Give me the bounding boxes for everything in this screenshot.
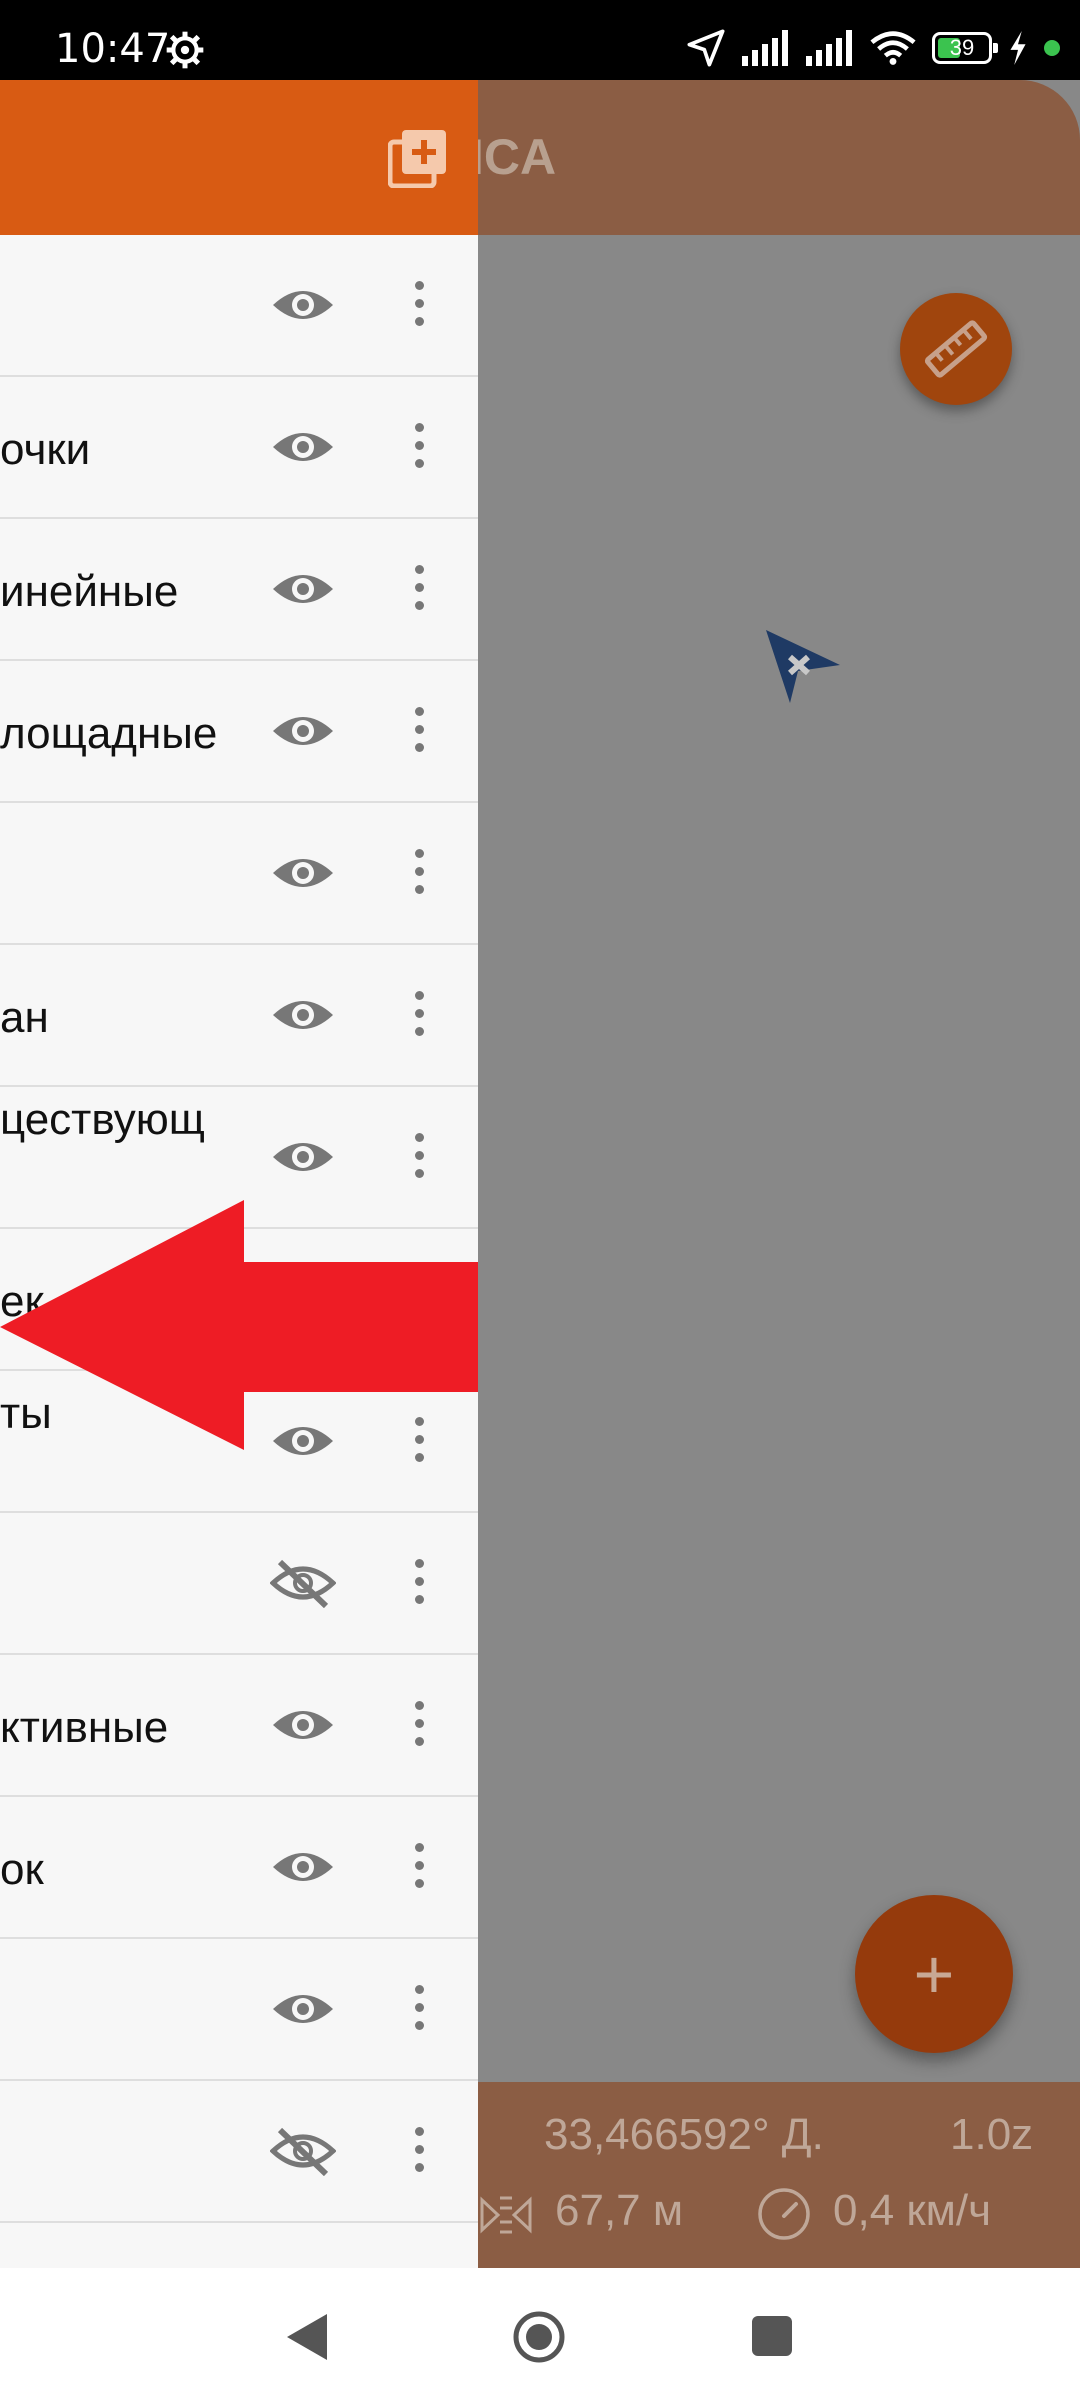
visibility-icon[interactable] [270,1842,336,1892]
home-icon[interactable] [512,2310,566,2364]
annotation-arrow-icon [0,1200,478,1450]
charging-bolt-icon [1010,31,1026,65]
distance-readout: 67,7 м [555,2186,684,2235]
more-options-icon[interactable] [404,849,434,899]
location-arrow-icon [687,29,725,67]
speedometer-icon [758,2188,810,2240]
layer-row[interactable] [0,803,478,945]
visibility-icon[interactable] [270,1700,336,1750]
back-icon[interactable] [285,2312,329,2362]
status-time: 10:47 [55,26,171,72]
visibility-icon[interactable] [270,706,336,756]
visibility-icon[interactable] [270,848,336,898]
toolbar-title: ICA [470,129,557,185]
visibility-icon[interactable] [270,1984,336,2034]
signal-icon [806,30,852,66]
layer-row[interactable]: ан [0,945,478,1087]
battery-level: 39 [949,35,975,60]
privacy-dot-icon [1044,40,1060,56]
layers-drawer[interactable]: очки инейные лощадные ан цествующ ек ты ктивные… [0,80,478,2268]
add-feature-button[interactable]: + [855,1895,1013,2053]
layer-label: ан [0,993,49,1042]
settings-gear-icon [166,31,204,69]
visibility-off-icon[interactable] [270,1558,336,1608]
recent-apps-icon[interactable] [752,2316,792,2356]
layer-label: цествующ [0,1095,205,1144]
drawer-header [0,80,478,235]
more-options-icon[interactable] [404,1133,434,1183]
visibility-icon[interactable] [270,990,336,1040]
more-options-icon[interactable] [404,991,434,1041]
more-options-icon[interactable] [404,423,434,473]
more-options-icon[interactable] [404,281,434,331]
measure-button[interactable] [900,293,1012,405]
layer-label: лощадные [0,709,218,758]
zoom-readout: 1.0z [950,2110,1034,2159]
layer-row[interactable]: ок [0,1797,478,1939]
layer-row[interactable]: очки [0,377,478,519]
more-options-icon[interactable] [404,1701,434,1751]
add-layer-icon[interactable] [388,128,448,188]
layer-row[interactable] [0,1513,478,1655]
more-options-icon[interactable] [404,707,434,757]
accuracy-icon [480,2196,532,2234]
speed-readout: 0,4 км/ч [833,2186,992,2235]
more-options-icon[interactable] [404,1843,434,1893]
signal-icon [742,30,788,66]
coordinate-readout: 33,466592° Д. [544,2110,824,2159]
layer-label: ок [0,1845,44,1894]
more-options-icon[interactable] [404,1985,434,2035]
visibility-off-icon[interactable] [270,2126,336,2176]
layer-row[interactable]: ктивные [0,1655,478,1797]
navigation-bar [0,2268,1080,2400]
visibility-icon[interactable] [270,422,336,472]
layer-row[interactable]: инейные [0,519,478,661]
visibility-icon[interactable] [270,1132,336,1182]
layer-row[interactable]: Мар [0,2223,478,2268]
more-options-icon[interactable] [404,1559,434,1609]
layer-row[interactable] [0,235,478,377]
layer-label: ктивные [0,1703,169,1752]
ruler-icon [924,320,988,378]
layer-row[interactable]: лощадные [0,661,478,803]
wifi-icon [870,31,916,65]
current-position-icon [766,630,840,703]
layer-row[interactable] [0,2081,478,2223]
more-options-icon[interactable] [404,565,434,615]
visibility-icon[interactable] [270,280,336,330]
battery-icon: 39 [932,32,998,64]
layer-label: инейные [0,567,179,616]
layer-row[interactable] [0,1939,478,2081]
visibility-icon[interactable] [270,564,336,614]
more-options-icon[interactable] [404,2127,434,2177]
layer-label: очки [0,425,91,474]
status-bar: 10:47 39 [0,0,1080,80]
